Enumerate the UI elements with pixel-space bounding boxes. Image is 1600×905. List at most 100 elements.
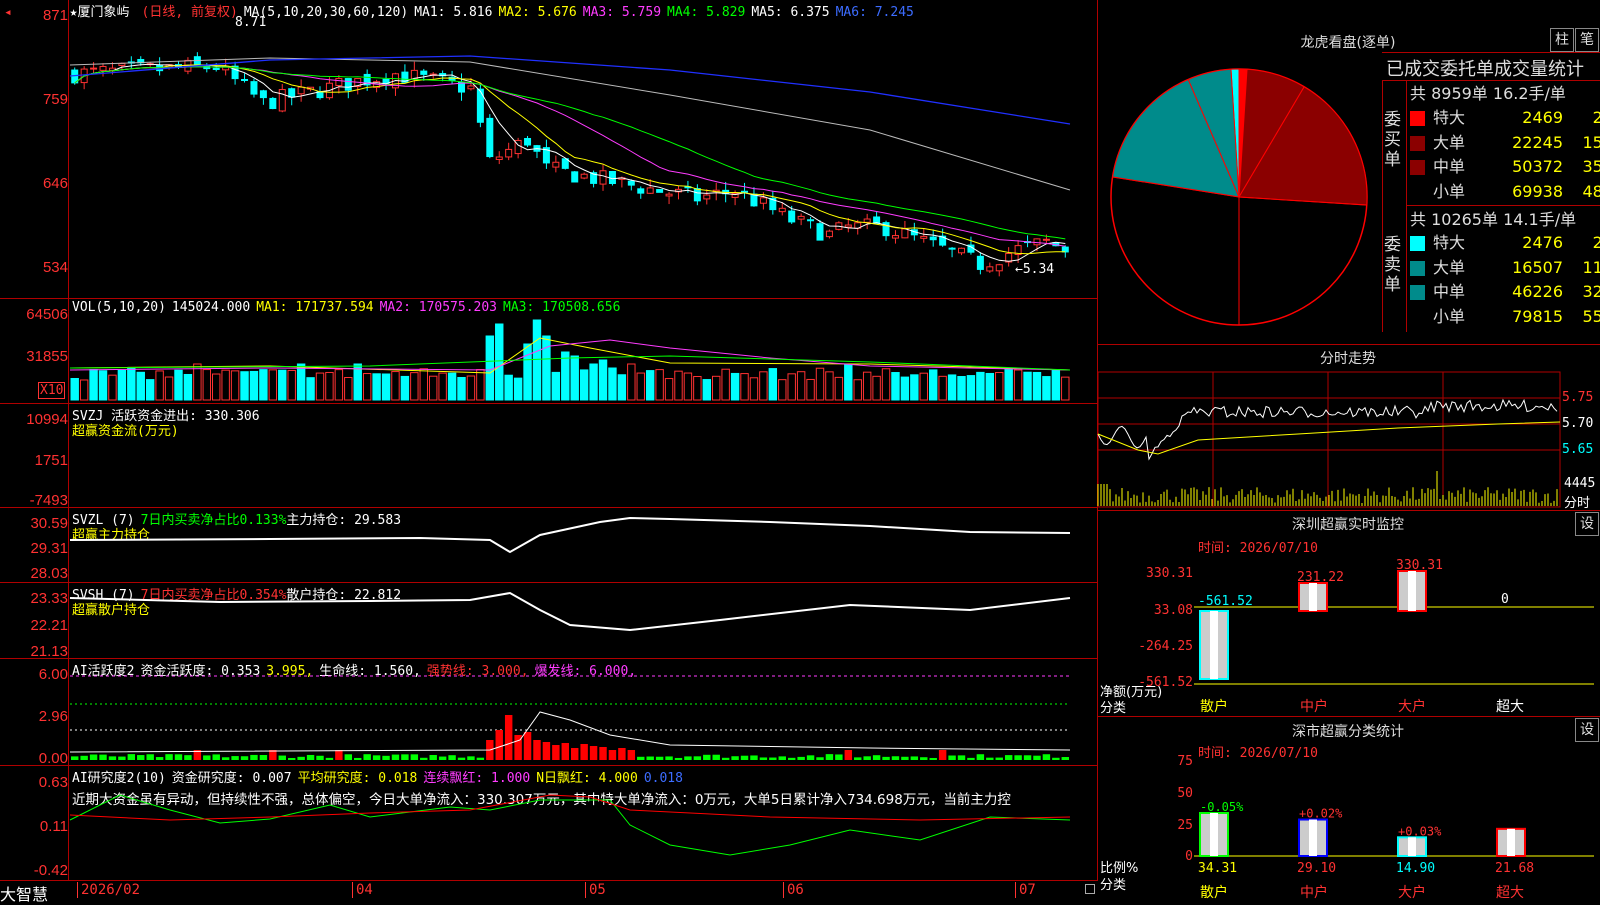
activity-bar bbox=[684, 756, 692, 760]
research-bar bbox=[1061, 823, 1069, 828]
flow-bar bbox=[147, 458, 151, 460]
volume-bar bbox=[674, 370, 683, 401]
ai-activity-chart[interactable] bbox=[69, 660, 1096, 763]
activity-bar bbox=[1052, 757, 1060, 760]
activity-bar bbox=[825, 754, 834, 760]
volume-bar bbox=[410, 372, 419, 401]
activity-bar bbox=[608, 750, 617, 760]
research-bar bbox=[693, 822, 702, 824]
lock-icon[interactable] bbox=[1085, 884, 1095, 894]
activity-bar bbox=[759, 757, 768, 760]
activity-bar bbox=[165, 754, 173, 760]
monitor-bar-chart[interactable]: -561.52 231.22 330.31 0 bbox=[1194, 558, 1598, 685]
activity-bar bbox=[995, 757, 1003, 760]
holding-line bbox=[69, 591, 1071, 632]
stat-label: 特大 bbox=[1433, 108, 1466, 127]
category-label: 中户 bbox=[1300, 699, 1328, 715]
research-bar bbox=[712, 822, 720, 824]
stat-percent: 48% bbox=[1582, 181, 1600, 201]
volume-bar bbox=[721, 368, 730, 401]
research-bar bbox=[155, 822, 164, 824]
volume-bar bbox=[900, 376, 910, 401]
activity-bar bbox=[250, 754, 258, 760]
main-chart-area[interactable]: ◂ ★厦门象屿 (日线, 前复权) MA(5,10,20,30,60,120) MA1… bbox=[0, 0, 1098, 880]
volume-bar bbox=[315, 372, 325, 401]
volume-bar bbox=[1061, 376, 1070, 401]
candle-body bbox=[976, 255, 984, 270]
flow-bar bbox=[779, 458, 783, 460]
volume-bar bbox=[995, 372, 1004, 401]
classify-bar-chart[interactable]: 34.31 -0.05% 29.10 +0.02% 14.90 +0.03% 21.68 bbox=[1194, 760, 1598, 878]
fund-flow-chart[interactable] bbox=[70, 405, 1096, 505]
vol-axis-label: 64506 bbox=[26, 306, 68, 323]
order-pie-chart[interactable] bbox=[1106, 64, 1372, 334]
tick-view-button[interactable]: 笔 bbox=[1575, 28, 1599, 52]
activity-bar bbox=[882, 756, 890, 760]
volume-chart[interactable] bbox=[69, 318, 1096, 402]
activity-bar bbox=[363, 754, 371, 760]
stat-volume: 46226 bbox=[1512, 282, 1563, 301]
candle-body bbox=[420, 70, 428, 75]
flow-bar bbox=[1062, 459, 1066, 461]
research-bar bbox=[486, 816, 494, 823]
monitor-categories: 散户 中户 大户 超大 bbox=[1194, 696, 1598, 716]
flow-bar bbox=[817, 457, 821, 460]
flow-bar bbox=[647, 457, 651, 460]
research-bar bbox=[146, 823, 154, 826]
activity-bar bbox=[495, 730, 503, 760]
price-axis-label: 534 bbox=[42, 259, 68, 276]
volume-bar bbox=[645, 370, 655, 401]
flow-bar bbox=[685, 459, 689, 461]
volume-bar bbox=[362, 373, 372, 401]
flow-bar bbox=[373, 460, 377, 463]
research-bar bbox=[372, 820, 381, 823]
intraday-chart[interactable] bbox=[1097, 371, 1568, 508]
monitor-axis-label: -264.25 bbox=[1138, 639, 1193, 654]
bar-change-label: +0.02% bbox=[1299, 807, 1343, 821]
research-bar bbox=[703, 822, 711, 824]
activity-bar bbox=[618, 748, 626, 760]
classify-settings-button[interactable]: 设 bbox=[1575, 718, 1599, 742]
volume-bar bbox=[551, 371, 561, 401]
research-bar bbox=[382, 820, 390, 823]
main-holding-chart[interactable] bbox=[69, 510, 1096, 580]
activity-bar bbox=[721, 757, 730, 760]
research-bar bbox=[306, 820, 315, 823]
color-swatch bbox=[1410, 135, 1425, 151]
volume-bar bbox=[1032, 371, 1042, 401]
divider bbox=[0, 658, 1098, 659]
flow-bar bbox=[1053, 460, 1057, 461]
bar-value-label: -561.52 bbox=[1198, 594, 1253, 609]
volume-bar bbox=[749, 377, 759, 401]
volume-bar bbox=[79, 379, 89, 401]
flow-bar bbox=[392, 452, 396, 460]
candle-body bbox=[958, 247, 966, 254]
activity-bar bbox=[920, 757, 928, 760]
volume-bar bbox=[919, 372, 928, 401]
stat-volume: 69938 bbox=[1512, 181, 1563, 201]
candle-body bbox=[807, 219, 815, 222]
column-view-button[interactable]: 柱 bbox=[1550, 28, 1574, 52]
right-panel: 龙虎看盘(逐单) 柱 笔 已成交委托单成交量统计 委买单 共 8959单 16.… bbox=[1097, 0, 1600, 901]
activity-bar bbox=[325, 757, 334, 760]
stat-percent: 2% bbox=[1592, 108, 1600, 127]
research-bar bbox=[250, 823, 258, 824]
ma3-value: MA3: 5.759 bbox=[582, 5, 662, 20]
monitor-settings-button[interactable]: 设 bbox=[1575, 512, 1599, 536]
activity-bar bbox=[372, 755, 381, 760]
research-bar bbox=[165, 821, 173, 823]
flow-bar bbox=[336, 452, 340, 460]
ai-research-chart[interactable] bbox=[69, 794, 1096, 875]
retail-holding-chart[interactable] bbox=[69, 585, 1096, 657]
ma5-value: MA5: 6.375 bbox=[751, 5, 830, 20]
activity-bar bbox=[382, 755, 390, 760]
stat-row: 大单 16507 11% bbox=[1410, 254, 1600, 278]
research-bar bbox=[816, 823, 824, 826]
research-bar bbox=[514, 810, 522, 823]
candlestick-chart[interactable] bbox=[69, 20, 1096, 296]
volume-bar bbox=[778, 379, 787, 401]
volume-bar bbox=[702, 379, 712, 401]
flow-bar bbox=[666, 460, 670, 463]
flow-bar bbox=[345, 458, 349, 460]
holding-line bbox=[69, 516, 1071, 554]
